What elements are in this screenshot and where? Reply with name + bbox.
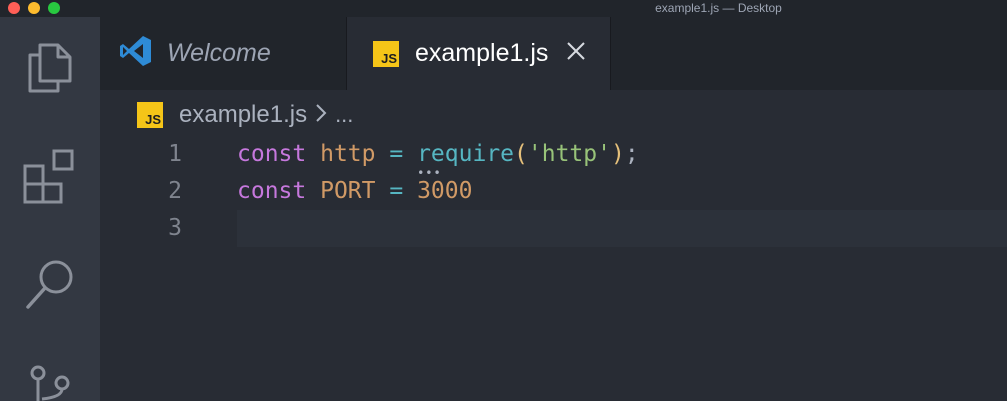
vscode-logo-icon	[119, 34, 153, 73]
tab-bar: Welcome JS example1.js	[100, 17, 1007, 90]
breadcrumb-file[interactable]: example1.js	[179, 101, 307, 129]
tab-label: Welcome	[167, 39, 271, 67]
breadcrumb: JS example1.js ...	[137, 100, 353, 130]
line-number: 1	[168, 141, 182, 167]
search-icon[interactable]	[22, 257, 78, 313]
files-icon[interactable]	[22, 39, 76, 93]
code-line: 2 const PORT = 3000	[100, 173, 1007, 210]
title-bar: example1.js — Desktop	[0, 0, 1007, 17]
code-line: 1 const http = require ••• ('http');	[100, 136, 1007, 180]
chevron-right-icon	[315, 103, 327, 128]
js-file-icon: JS	[373, 40, 399, 67]
current-line-highlight	[237, 210, 1007, 247]
code-editor[interactable]: 1 const http = require ••• ('http'); 2 con…	[100, 136, 1007, 401]
close-icon[interactable]	[566, 41, 586, 66]
extensions-icon[interactable]	[22, 148, 78, 204]
line-code: const PORT = 3000	[237, 178, 473, 204]
window-title: example1.js — Desktop	[655, 1, 782, 15]
require-function: require •••	[417, 141, 515, 180]
line-number: 3	[168, 215, 182, 241]
tab-label: example1.js	[415, 39, 549, 67]
code-line-current: 3	[100, 210, 1007, 247]
tab-welcome[interactable]: Welcome	[100, 17, 347, 90]
js-file-icon: JS	[137, 102, 163, 128]
breadcrumb-more[interactable]: ...	[335, 102, 353, 128]
tab-example1-js[interactable]: JS example1.js	[347, 17, 611, 90]
line-code: const http = require ••• ('http');	[237, 141, 639, 180]
source-control-icon[interactable]	[22, 361, 78, 401]
activity-bar	[0, 17, 100, 401]
line-number: 2	[168, 178, 182, 204]
